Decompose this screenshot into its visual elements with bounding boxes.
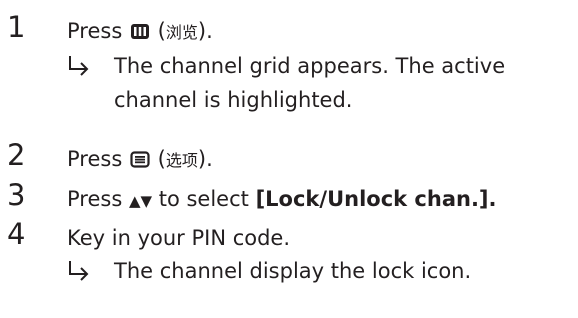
press-label: Press (67, 19, 123, 43)
press-label: Press (67, 147, 123, 171)
press-label: Press (67, 187, 123, 211)
chinese-key-label: 浏览 (165, 23, 198, 42)
result-text: The channel display the lock icon. (114, 259, 472, 283)
chinese-key-label: 选项 (165, 151, 198, 170)
to-select-text: to select (158, 187, 249, 211)
result-text-line-1: The channel grid appears. The active (114, 54, 506, 78)
step-number: 3 (7, 178, 26, 212)
up-down-arrows-icon: ▲▼ (128, 192, 153, 210)
step-instruction: Press ▲▼ to select [Lock/Unlock chan.]. (67, 186, 497, 214)
step-instruction: Press (浏览). (67, 19, 213, 43)
right-hook-arrow-icon (69, 56, 89, 76)
option-label: [Lock/Unlock chan.]. (255, 187, 497, 211)
step-number: 4 (7, 217, 26, 251)
options-key-icon (130, 151, 150, 168)
right-hook-arrow-icon (69, 261, 89, 281)
step-instruction: Press (选项). (67, 147, 213, 171)
grid-key-icon (130, 24, 149, 39)
step-number: 1 (7, 10, 26, 44)
step-instruction: Key in your PIN code. (67, 226, 291, 250)
step-number: 2 (7, 138, 26, 172)
result-text-line-2: channel is highlighted. (114, 88, 353, 112)
